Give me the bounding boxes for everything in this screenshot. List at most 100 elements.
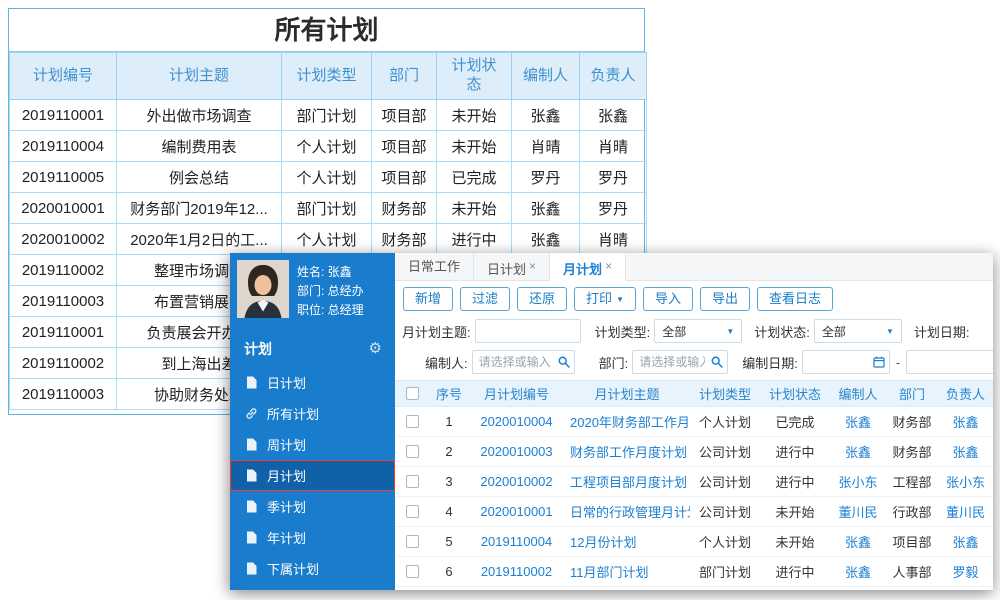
cell-plan-id-link[interactable]: 2020010003 bbox=[469, 444, 564, 459]
cell-plan-id-link[interactable]: 2020010004 bbox=[469, 414, 564, 429]
cell-status: 未开始 bbox=[775, 505, 815, 520]
table-row[interactable]: 2019110004 编制费用表 个人计划 项目部 未开始 肖晴 肖晴 bbox=[9, 130, 647, 162]
cell-status: 未开始 bbox=[775, 535, 815, 550]
column-header-index: 序号 bbox=[435, 387, 462, 402]
row-checkbox[interactable] bbox=[405, 535, 419, 548]
table-row[interactable]: 2019110001 外出做市场调查 部门计划 项目部 未开始 张鑫 张鑫 bbox=[9, 99, 647, 131]
table-row[interactable]: 2020010002 2020年1月2日的工... 个人计划 财务部 进行中 张… bbox=[9, 223, 647, 255]
cell-compiler-link[interactable]: 张小东 bbox=[830, 472, 886, 491]
column-header-plan-id: 计划编号 bbox=[9, 52, 117, 100]
cell-type: 个人计划 bbox=[698, 415, 751, 430]
toolbar: 新增 过滤 还原 打印 ▼ 导入 导出 查看日志 bbox=[395, 281, 993, 316]
table-row[interactable]: 5 2019110004 12月份计划 个人计划 未开始 张鑫 项目部 张鑫 bbox=[395, 527, 993, 557]
row-checkbox[interactable] bbox=[405, 505, 419, 518]
sidebar-item-weekly-plan[interactable]: 周计划 bbox=[230, 429, 395, 460]
tab-bar: 日常工作 日计划 × 月计划 × bbox=[395, 253, 993, 281]
column-header-subject: 计划主题 bbox=[116, 52, 282, 100]
sidebar-section-plan[interactable]: 计划 ⚙ bbox=[230, 334, 395, 363]
add-button[interactable]: 新增 bbox=[403, 287, 454, 311]
cell-owner: 张鑫 bbox=[579, 99, 647, 131]
cell-owner-link[interactable]: 董川民 bbox=[938, 502, 993, 521]
row-checkbox[interactable] bbox=[405, 565, 419, 578]
select-all-checkbox[interactable] bbox=[405, 387, 419, 400]
cell-status: 进行中 bbox=[436, 223, 512, 255]
subject-filter-input[interactable] bbox=[474, 319, 581, 343]
cell-owner-link[interactable]: 张鑫 bbox=[938, 532, 993, 551]
cell-subject-link[interactable]: 2020年财务部工作月... bbox=[564, 412, 690, 431]
sidebar-item-annual-plan[interactable]: 年计划 bbox=[230, 522, 395, 553]
cell-index: 3 bbox=[445, 474, 453, 489]
cell-plan-id: 2020010001 bbox=[9, 192, 117, 224]
table-row[interactable]: 1 2020010004 2020年财务部工作月... 个人计划 已完成 张鑫 … bbox=[395, 407, 993, 437]
cell-compiler-link[interactable]: 张鑫 bbox=[830, 532, 886, 551]
cell-compiler-link[interactable]: 张鑫 bbox=[830, 442, 886, 461]
cell-owner-link[interactable]: 张小东 bbox=[938, 472, 993, 491]
filter-button[interactable]: 过滤 bbox=[460, 287, 511, 311]
row-checkbox[interactable] bbox=[405, 445, 419, 458]
import-button[interactable]: 导入 bbox=[642, 287, 693, 311]
cell-subject-link[interactable]: 工程项目部月度计划 bbox=[564, 472, 690, 491]
cell-plan-id-link[interactable]: 2019110004 bbox=[469, 534, 564, 549]
cell-compiler-link[interactable]: 董川民 bbox=[830, 502, 886, 521]
export-button[interactable]: 导出 bbox=[700, 287, 751, 311]
cell-subject-link[interactable]: 财务部工作月度计划 bbox=[564, 442, 690, 461]
calendar-icon[interactable] bbox=[873, 356, 885, 368]
print-button[interactable]: 打印 ▼ bbox=[574, 287, 636, 311]
cell-plan-id-link[interactable]: 2020010002 bbox=[469, 474, 564, 489]
main-content: 日常工作 日计划 × 月计划 × 新增 过滤 还原 打印 ▼ 导入 导出 查看日志 月… bbox=[395, 253, 993, 590]
cell-dept: 人事部 bbox=[892, 565, 932, 580]
sidebar-item-all-plans[interactable]: 所有计划 bbox=[230, 398, 395, 429]
cell-subject-link[interactable]: 日常的行政管理月计划 bbox=[564, 502, 690, 521]
sidebar-item-label: 所有计划 bbox=[267, 407, 320, 422]
compile-date-end-input[interactable] bbox=[906, 350, 993, 374]
cell-index: 2 bbox=[445, 444, 453, 459]
cell-compiler: 张鑫 bbox=[511, 192, 580, 224]
view-log-button[interactable]: 查看日志 bbox=[757, 287, 834, 311]
tab-monthly-plan[interactable]: 月计划 × bbox=[550, 253, 627, 281]
column-header-compiler: 编制人 bbox=[838, 387, 878, 402]
column-header-status: 计划状态 bbox=[436, 52, 512, 100]
table-row[interactable]: 3 2020010002 工程项目部月度计划 公司计划 进行中 张小东 工程部 … bbox=[395, 467, 993, 497]
search-icon[interactable] bbox=[711, 356, 723, 368]
cell-plan-id-link[interactable]: 2020010001 bbox=[469, 504, 564, 519]
sidebar: 姓名: 张鑫 部门: 总经办 职位: 总经理 计划 ⚙ 日计划 所有计划 周计划… bbox=[230, 253, 395, 590]
cell-plan-id: 2019110004 bbox=[9, 130, 117, 162]
profile-name: 姓名: 张鑫 bbox=[297, 265, 352, 279]
cell-dept: 项目部 bbox=[371, 99, 437, 131]
tab-daily-plan[interactable]: 日计划 × bbox=[474, 253, 551, 281]
gear-icon[interactable]: ⚙ bbox=[369, 341, 382, 356]
row-checkbox[interactable] bbox=[405, 475, 419, 488]
cell-status: 未开始 bbox=[436, 130, 512, 162]
cell-owner-link[interactable]: 张鑫 bbox=[938, 412, 993, 431]
row-checkbox[interactable] bbox=[405, 415, 419, 428]
sidebar-item-daily-plan[interactable]: 日计划 bbox=[230, 367, 395, 398]
table-row[interactable]: 4 2020010001 日常的行政管理月计划 公司计划 未开始 董川民 行政部… bbox=[395, 497, 993, 527]
cell-compiler-link[interactable]: 张鑫 bbox=[830, 412, 886, 431]
table-row[interactable]: 2020010001 财务部门2019年12... 部门计划 财务部 未开始 张… bbox=[9, 192, 647, 224]
sidebar-item-quarterly-plan[interactable]: 季计划 bbox=[230, 491, 395, 522]
type-filter-select[interactable]: 全部 ▼ bbox=[654, 319, 743, 343]
table-header-row: 计划编号 计划主题 计划类型 部门 计划状态 编制人 负责人 bbox=[9, 52, 647, 100]
table-row[interactable]: 2 2020010003 财务部工作月度计划 公司计划 进行中 张鑫 财务部 张… bbox=[395, 437, 993, 467]
cell-owner: 肖晴 bbox=[579, 223, 647, 255]
cell-owner-link[interactable]: 罗毅 bbox=[938, 562, 993, 581]
sidebar-item-monthly-plan[interactable]: 月计划 bbox=[230, 460, 395, 491]
cell-type: 个人计划 bbox=[281, 223, 372, 255]
cell-owner-link[interactable]: 张鑫 bbox=[938, 442, 993, 461]
cell-plan-id-link[interactable]: 2019110002 bbox=[469, 564, 564, 579]
sidebar-item-subordinate-plans[interactable]: 下属计划 bbox=[230, 553, 395, 584]
sidebar-item-label: 日计划 bbox=[267, 376, 307, 391]
dept-filter-label: 部门: bbox=[598, 355, 629, 371]
tab-daily-work[interactable]: 日常工作 bbox=[395, 253, 475, 281]
table-row[interactable]: 6 2019110002 11月部门计划 部门计划 进行中 张鑫 人事部 罗毅 bbox=[395, 557, 993, 587]
cell-subject-link[interactable]: 12月份计划 bbox=[564, 532, 690, 551]
cell-compiler-link[interactable]: 张鑫 bbox=[830, 562, 886, 581]
table-row[interactable]: 2019110005 例会总结 个人计划 项目部 已完成 罗丹 罗丹 bbox=[9, 161, 647, 193]
monthly-plan-grid: 序号 月计划编号 月计划主题 计划类型 计划状态 编制人 部门 负责人 1 20… bbox=[395, 380, 993, 590]
status-filter-select[interactable]: 全部 ▼ bbox=[813, 319, 902, 343]
search-icon[interactable] bbox=[558, 356, 570, 368]
cell-subject-link[interactable]: 11月部门计划 bbox=[564, 562, 690, 581]
close-icon[interactable]: × bbox=[605, 259, 612, 273]
close-icon[interactable]: × bbox=[529, 259, 536, 273]
reset-button[interactable]: 还原 bbox=[517, 287, 568, 311]
